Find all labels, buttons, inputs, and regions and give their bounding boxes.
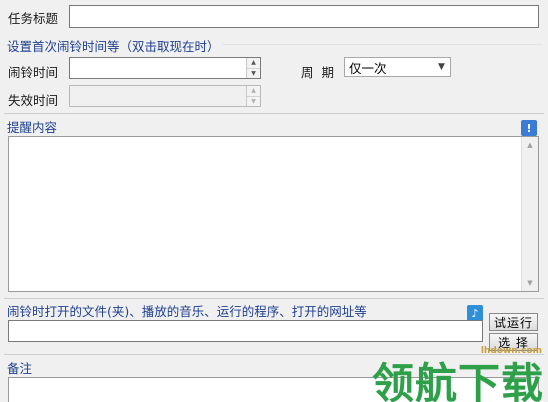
info-icon[interactable]: ! bbox=[521, 120, 537, 136]
period-label: 周 期 bbox=[301, 65, 336, 80]
schedule-section-divider bbox=[222, 44, 542, 45]
chevron-down-icon[interactable]: ▼ bbox=[433, 58, 450, 76]
expire-time-field: ▲ ▼ bbox=[69, 85, 261, 107]
test-run-button[interactable]: 试运行 bbox=[489, 313, 538, 331]
watermark-text: 领航下载 bbox=[372, 359, 545, 402]
reminder-scrollbar[interactable]: ▲ ▼ bbox=[521, 137, 538, 291]
task-title-input[interactable] bbox=[69, 5, 539, 28]
expire-time-spinner: ▲ ▼ bbox=[246, 86, 260, 106]
spin-up-icon: ▲ bbox=[247, 86, 260, 97]
open-target-path-input[interactable] bbox=[8, 320, 483, 342]
schedule-section-label: 设置首次闹铃时间等（双击取现在时） bbox=[7, 39, 220, 54]
spin-down-icon: ▼ bbox=[251, 97, 256, 105]
task-title-label: 任务标题 bbox=[8, 11, 59, 26]
alarm-time-label: 闹铃时间 bbox=[8, 65, 59, 80]
period-selected-value: 仅一次 bbox=[349, 60, 387, 76]
expire-time-label: 失效时间 bbox=[8, 93, 59, 108]
alarm-time-spinner[interactable]: ▲ ▼ bbox=[246, 58, 260, 78]
period-select[interactable]: 仅一次 ▼ bbox=[344, 57, 451, 77]
reminder-section-label: 提醒内容 bbox=[7, 120, 58, 135]
scroll-up-icon[interactable]: ▲ bbox=[522, 137, 538, 153]
reminder-textarea[interactable]: ▲ ▼ bbox=[8, 136, 539, 292]
music-icon[interactable]: ♪ bbox=[467, 305, 483, 321]
open-target-section-label: 闹铃时打开的文件(夹)、播放的音乐、运行的程序、打开的网址等 bbox=[7, 304, 367, 319]
divider bbox=[4, 113, 544, 114]
scroll-down-icon[interactable]: ▼ bbox=[522, 275, 538, 291]
spin-down-icon[interactable]: ▼ bbox=[247, 69, 260, 79]
notes-section-label: 备注 bbox=[7, 361, 33, 376]
spin-up-icon[interactable]: ▲ bbox=[247, 58, 260, 69]
divider bbox=[4, 298, 544, 299]
watermark-logo: lhdown.com 领航下载 bbox=[372, 340, 548, 402]
alarm-time-field[interactable]: ▲ ▼ bbox=[69, 57, 261, 79]
